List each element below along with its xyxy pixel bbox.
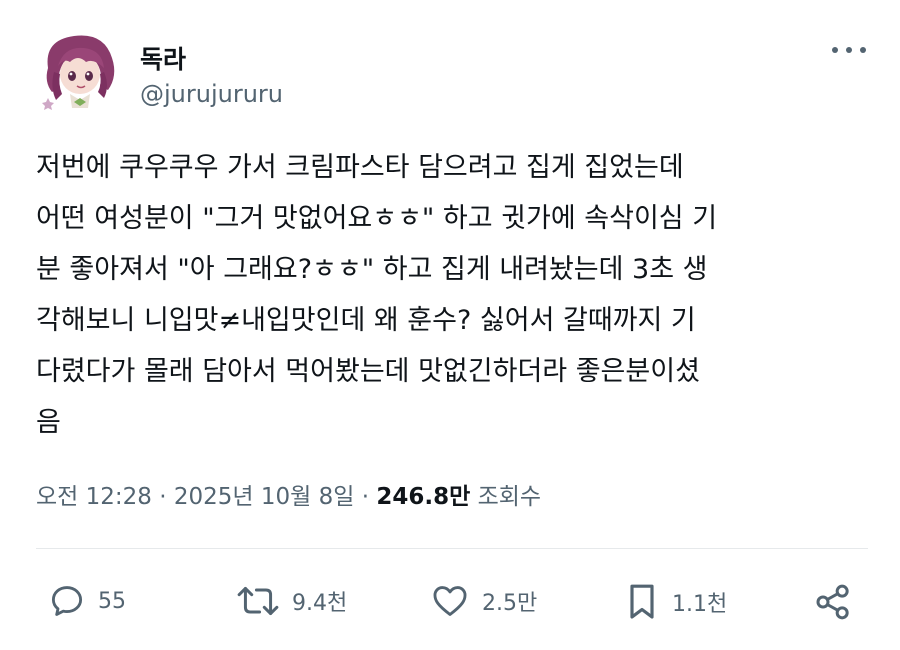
tweet-meta: 오전 12:28 · 2025년 10월 8일 · 246.8만 조회수 [36, 477, 541, 511]
bookmark-icon [630, 584, 654, 619]
reply-icon [51, 586, 83, 616]
views-count: 246.8만 [376, 484, 471, 510]
meta-separator: · [159, 484, 167, 510]
share-button[interactable] [812, 582, 854, 622]
tweet-date[interactable]: 2025년 10월 8일 [174, 484, 355, 510]
reply-count: 55 [98, 588, 126, 614]
tweet-time[interactable]: 오전 12:28 [36, 484, 152, 510]
dot [860, 47, 866, 53]
views-label: 조회수 [477, 484, 542, 510]
like-button[interactable]: 2.5만 [430, 582, 537, 620]
dot [846, 47, 852, 53]
display-name[interactable]: 독라 [140, 40, 186, 76]
divider [36, 548, 868, 549]
repost-count: 9.4천 [292, 591, 348, 616]
tweet-line: 어떤 여성분이 "그거 맛없어요ㅎㅎ" 하고 귓가에 속삭이심 기 [36, 203, 718, 234]
more-options-icon[interactable] [832, 43, 866, 57]
tweet-text: 저번에 쿠우쿠우 가서 크림파스타 담으려고 집게 집었는데 어떤 여성분이 "… [36, 142, 876, 448]
reply-button[interactable]: 55 [48, 582, 126, 620]
username-handle[interactable]: @jurujururu [140, 80, 283, 108]
action-bar: 55 9.4천 2.5만 1.1천 [0, 574, 900, 630]
repost-button[interactable]: 9.4천 [236, 582, 347, 620]
tweet-line: 각해보니 니입맛≠내입맛인데 왜 훈수? 싫어서 갈때까지 기 [36, 305, 696, 336]
dot [832, 47, 838, 53]
heart-icon [433, 586, 467, 616]
tweet-line: 다렸다가 몰래 담아서 먹어봤는데 맛없긴하더라 좋은분이셨 [36, 356, 700, 387]
bookmark-count: 1.1천 [672, 592, 728, 617]
repost-icon [237, 586, 279, 616]
anime-character-avatar-icon [42, 35, 115, 110]
like-count: 2.5만 [482, 591, 538, 616]
share-icon [816, 584, 849, 620]
tweet-line: 분 좋아져서 "아 그래요?ㅎㅎ" 하고 집게 내려놨는데 3초 생 [36, 254, 708, 285]
avatar[interactable] [34, 28, 130, 112]
bookmark-button[interactable]: 1.1천 [624, 582, 727, 622]
tweet-line: 저번에 쿠우쿠우 가서 크림파스타 담으려고 집게 집었는데 [36, 152, 684, 183]
meta-separator: · [361, 484, 370, 510]
tweet-line: 음 [36, 407, 61, 438]
